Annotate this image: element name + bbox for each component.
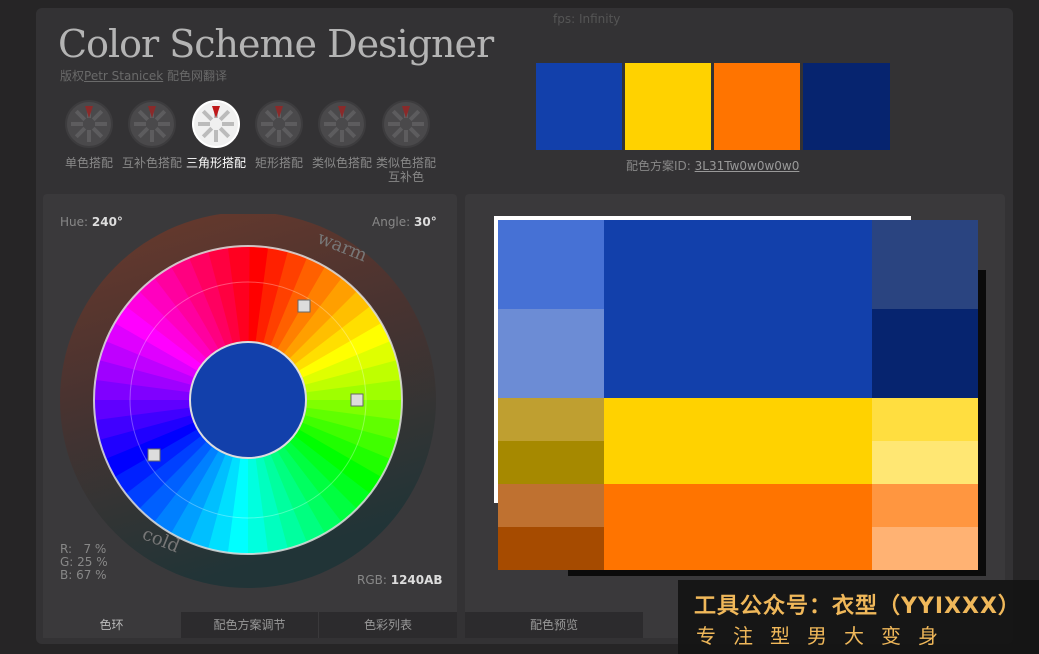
rgb-readout: RGB: 1240AB (357, 573, 443, 587)
preview-cell (604, 484, 872, 570)
preview-cell (498, 484, 604, 527)
scheme-option-label: 互补色搭配 (121, 156, 182, 170)
mono-scheme-icon (65, 100, 113, 148)
watermark-line-1: 工具公众号：衣型（YYIXXX） (694, 594, 1021, 619)
watermark-line-2: 专注型男大变身 (696, 624, 955, 648)
preview-cell (498, 220, 604, 309)
tab-preview[interactable]: 配色预览 (465, 612, 643, 638)
preview-cell (498, 398, 604, 441)
tetrad-scheme-icon (255, 100, 303, 148)
subtitle: 版权Petr Stanicek 配色网翻译 (60, 67, 227, 84)
scheme-option-label: 矩形搭配 (254, 156, 303, 170)
preview-cell (498, 441, 604, 484)
analogic-scheme-icon (318, 100, 366, 148)
author-link[interactable]: Petr Stanicek (84, 69, 163, 83)
scheme-option-label: 类似色搭配 (311, 156, 372, 170)
scheme-option-4[interactable]: 类似色搭配 (311, 100, 373, 170)
tab-color-list[interactable]: 色彩列表 (319, 612, 457, 638)
subtitle-prefix: 版权 (60, 69, 85, 83)
scheme-id-link[interactable]: 3L31Tw0w0w0w0 (695, 159, 800, 173)
scheme-preview (498, 220, 978, 570)
preview-cell (604, 220, 872, 398)
preview-cell (872, 527, 978, 570)
scheme-option-label: 三角形搭配 (185, 156, 246, 170)
accented-analogic-scheme-icon (382, 100, 430, 148)
fps-counter: fps: Infinity (553, 12, 621, 26)
swatch-dark[interactable] (803, 63, 890, 150)
preview-cell (872, 441, 978, 484)
scheme-option-label: 类似色搭配互补色 (375, 156, 436, 184)
swatch-secondary-a[interactable] (625, 63, 711, 150)
tab-scheme-adjust[interactable]: 配色方案调节 (181, 612, 318, 638)
preview-cell (872, 220, 978, 309)
preview-cell (604, 398, 872, 484)
triad-scheme-icon (192, 100, 240, 148)
complement-scheme-icon (128, 100, 176, 148)
hue-readout: Hue: 240° (60, 215, 123, 229)
tab-color-wheel[interactable]: 色环 (43, 612, 180, 638)
color-wheel[interactable]: warm cold (60, 214, 456, 604)
wheel-handle-3[interactable] (147, 448, 161, 462)
scheme-option-5[interactable]: 类似色搭配互补色 (375, 100, 437, 184)
rgb-percentages: R: 7 % G: 25 % B: 67 % (60, 543, 108, 582)
scheme-option-label: 单色搭配 (64, 156, 113, 170)
scheme-option-2[interactable]: 三角形搭配 (185, 100, 247, 170)
swatch-primary[interactable] (536, 63, 622, 150)
scheme-id-label: 配色方案ID: (626, 159, 695, 173)
preview-cell (498, 527, 604, 570)
scheme-option-0[interactable]: 单色搭配 (58, 100, 120, 170)
app-title: Color Scheme Designer (58, 22, 494, 66)
wheel-handle-1[interactable] (297, 299, 311, 313)
swatch-secondary-b[interactable] (714, 63, 800, 150)
angle-value: 30° (414, 215, 437, 229)
angle-readout: Angle: 30° (372, 215, 437, 229)
preview-cell (498, 309, 604, 398)
preview-cell (872, 309, 978, 398)
angle-label: Angle: (372, 215, 415, 229)
scheme-option-1[interactable]: 互补色搭配 (121, 100, 183, 170)
preview-cell (872, 398, 978, 441)
rgb-label: RGB: (357, 573, 391, 587)
wheel-center-color (189, 341, 307, 459)
preview-cell (872, 484, 978, 527)
hue-value: 240° (91, 215, 123, 229)
hue-label: Hue: (60, 215, 92, 229)
left-panel-tabs: 色环 配色方案调节 色彩列表 (43, 612, 457, 638)
scheme-id: 配色方案ID: 3L31Tw0w0w0w0 (626, 157, 799, 174)
wheel-handle-2[interactable] (350, 393, 364, 407)
rgb-hex-value: 1240AB (390, 573, 443, 587)
subtitle-suffix: 配色网翻译 (163, 69, 228, 83)
blue-percent: B: 67 % (60, 568, 107, 582)
scheme-option-3[interactable]: 矩形搭配 (248, 100, 310, 170)
